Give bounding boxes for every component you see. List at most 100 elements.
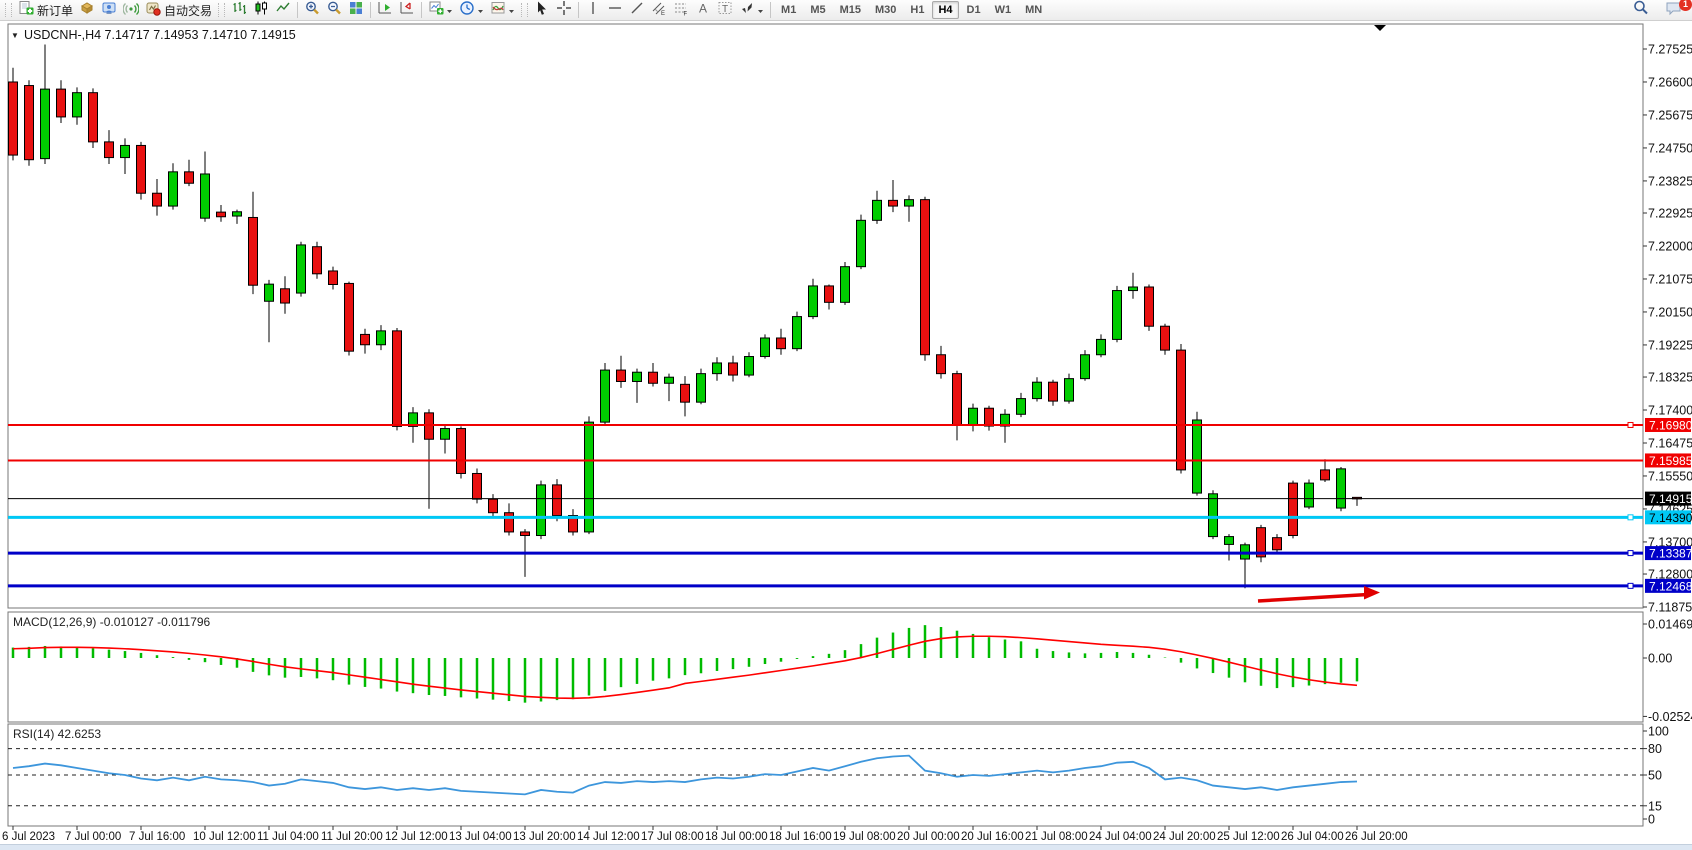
candle [953,374,962,425]
candlestick-chart-icon [253,0,269,21]
candle [905,200,914,206]
candle [1193,420,1202,493]
metaeditor-icon [79,0,95,21]
search-button[interactable] [1629,1,1652,20]
equidistant-channel-icon: E [651,0,667,21]
candle [393,331,402,427]
chart-canvas[interactable]: ▼ USDCNH-,H4 7.14717 7.14953 7.14710 7.1… [0,0,1692,850]
crosshair-icon [556,0,572,21]
signals-button[interactable] [120,1,142,20]
fibonacci-button[interactable]: F [670,1,692,20]
timeframe-button-m5[interactable]: M5 [804,1,831,19]
cursor-button[interactable] [531,1,553,20]
candle [521,532,530,536]
chevron-down-icon [757,1,764,19]
line-chart-icon [275,0,291,21]
time-tick-label: 18 Jul 16:00 [769,831,832,843]
candle [329,271,338,285]
price-tick-label: 7.20150 [1648,305,1692,319]
arrows-menu-button[interactable] [736,1,767,20]
text-button[interactable]: A [692,1,714,20]
trend-arrow-head[interactable] [1364,586,1380,600]
trend-arrow-line[interactable] [1258,595,1368,602]
line-handle[interactable] [1628,583,1633,588]
horizontal-line-button[interactable] [604,1,626,20]
bar-chart-button[interactable] [228,1,250,20]
line-handle[interactable] [1628,551,1633,556]
new-order-button[interactable]: 新订单 [15,1,76,20]
signals-icon [123,0,139,21]
timeframe-button-w1[interactable]: W1 [989,1,1018,19]
trendline-button[interactable] [626,1,648,20]
candle [1081,355,1090,379]
candle [377,331,386,345]
timeframe-button-m15[interactable]: M15 [834,1,867,19]
zoom-in-button[interactable] [301,1,323,20]
toolbar-grip[interactable] [5,3,12,17]
candle [985,408,994,426]
auto-scroll-button[interactable] [374,1,396,20]
notifications-button[interactable]: 1 [1662,1,1686,20]
candle [1209,494,1218,537]
candle [1145,287,1154,326]
text-label-button[interactable]: T [714,1,736,20]
candle [697,374,706,403]
timeframe-button-mn[interactable]: MN [1019,1,1048,19]
chart-shift-marker[interactable] [1374,25,1386,31]
community-icon [101,0,117,21]
toolbar-separator [370,2,371,18]
tile-windows-icon [348,0,364,21]
vertical-line-button[interactable] [582,1,604,20]
vertical-line-icon [585,0,601,21]
candle [297,245,306,293]
time-tick-label: 18 Jul 00:00 [705,831,768,843]
candlestick-chart-button[interactable] [250,1,272,20]
rsi-level-label: 100 [1648,725,1669,739]
candle [425,413,434,439]
line-handle[interactable] [1628,422,1633,427]
community-button[interactable] [98,1,120,20]
crosshair-button[interactable] [553,1,575,20]
chart-shift-button[interactable] [396,1,418,20]
new-order-icon [18,0,34,21]
time-tick-label: 13 Jul 04:00 [449,831,512,843]
equidistant-channel-button[interactable]: E [648,1,670,20]
zoom-out-button[interactable] [323,1,345,20]
candle [841,267,850,303]
candle [281,289,290,303]
indicators-menu-button[interactable] [487,1,518,20]
macd-tick-label: -0.02524 [1648,710,1692,724]
price-tick-label: 7.27525 [1648,42,1692,56]
notification-badge: 1 [1679,0,1692,11]
symbol-dropdown-icon[interactable]: ▼ [11,31,19,40]
rsi-label: RSI(14) 42.6253 [13,727,101,741]
new-chart-button[interactable] [425,1,456,20]
timeframe-button-d1[interactable]: D1 [961,1,987,19]
price-tick-label: 7.18325 [1648,371,1692,385]
timeframe-button-m30[interactable]: M30 [869,1,902,19]
rsi-level-label: 15 [1648,799,1662,813]
svg-text:T: T [722,4,728,15]
timeframes-menu-button[interactable] [456,1,487,20]
timeframe-button-h1[interactable]: H1 [904,1,930,19]
text-icon: A [695,0,711,21]
tile-windows-button[interactable] [345,1,367,20]
new-chart-icon [428,0,444,21]
autotrading-button[interactable]: 自动交易 [142,1,215,20]
rsi-level-label: 0 [1648,813,1655,827]
candle [457,429,466,474]
time-tick-label: 10 Jul 12:00 [193,831,256,843]
toolbar-grip[interactable] [521,3,528,17]
candle [537,485,546,536]
candle [185,172,194,183]
fibonacci-icon: F [673,0,689,21]
status-strip [0,844,1692,850]
candle [649,372,658,383]
metaeditor-button[interactable] [76,1,98,20]
line-chart-button[interactable] [272,1,294,20]
line-handle[interactable] [1628,515,1633,520]
toolbar-grip[interactable] [218,3,225,17]
candle [617,370,626,381]
timeframe-button-m1[interactable]: M1 [775,1,802,19]
timeframe-button-h4[interactable]: H4 [932,1,958,19]
